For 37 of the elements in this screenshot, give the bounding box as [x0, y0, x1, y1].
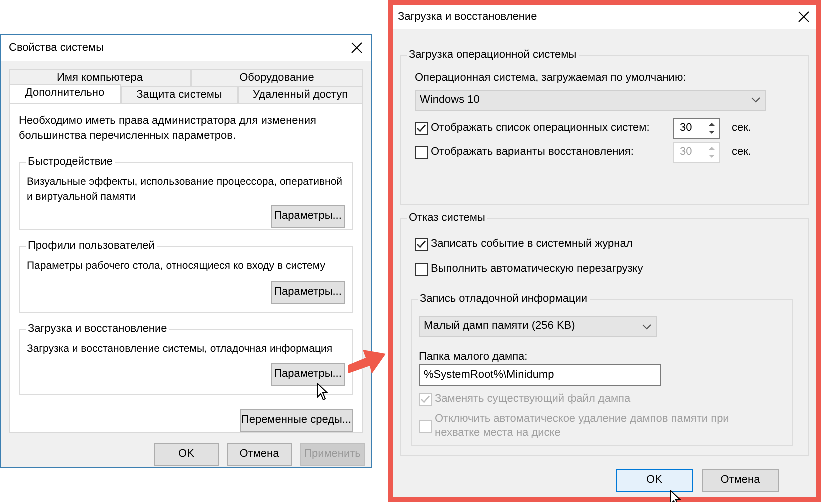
dialog-button[interactable]: Параметры...	[271, 363, 345, 386]
dialog-button[interactable]: Параметры...	[271, 205, 345, 228]
field-label: Операционная система, загружаемая по умолчанию:	[415, 71, 688, 86]
dialog-button[interactable]: Параметры...	[271, 280, 345, 304]
checkbox-label: Отключить автоматическое удаление дампов памяти при нехватке места на диске	[435, 412, 730, 440]
checkbox-label: Отображать список операционных систем:	[431, 121, 651, 136]
group-description: Визуальные эффекты, использование процессора, оперативной и виртуальной памяти	[27, 175, 344, 205]
dialog-button[interactable]: OK	[154, 443, 219, 466]
admin-notice: Необходимо иметь права администратора для изменения большинства перечисленных параметров.	[19, 114, 318, 144]
group-title: Загрузка операционной системы	[407, 47, 579, 64]
tab[interactable]: Оборудование	[191, 69, 363, 86]
dialog-button[interactable]: Отмена	[227, 443, 292, 466]
checkbox-label: Отображать варианты восстановления:	[431, 145, 635, 160]
dialog-button[interactable]: Отмена	[702, 469, 779, 492]
window-title: Свойства системы	[9, 40, 104, 56]
window-title: Загрузка и восстановление	[398, 10, 538, 25]
group-title: Запись отладочной информации	[418, 291, 590, 308]
number-spinner[interactable]: 30	[673, 118, 720, 139]
tab[interactable]: Имя компьютера	[9, 69, 191, 86]
group-title: Профили пользователей	[26, 238, 157, 254]
dump-type-dropdown[interactable]: Малый дамп памяти (256 KB)	[419, 316, 657, 337]
checkbox-label: Заменять существующий файл дампа	[435, 392, 632, 406]
tab[interactable]: Удаленный доступ	[238, 86, 363, 103]
dump-folder-field[interactable]: %SystemRoot%\Minidump	[419, 364, 661, 386]
unit-label: сек.	[732, 121, 752, 136]
field-label: Папка малого дампа:	[419, 350, 529, 364]
unit-label: сек.	[732, 145, 752, 160]
checkbox-label: Записать событие в системный журнал	[431, 236, 633, 252]
dialog-button[interactable]: Переменные среды...	[240, 409, 353, 432]
dialog-button[interactable]: OK	[616, 469, 693, 492]
group-description: Параметры рабочего стола, относящиеся ко входу в систему	[27, 259, 326, 274]
tab[interactable]: Дополнительно	[9, 84, 121, 103]
group-description: Загрузка и восстановление системы, отладочная информация	[27, 342, 334, 356]
os-dropdown[interactable]: Windows 10	[415, 90, 766, 110]
tab[interactable]: Защита системы	[121, 86, 238, 103]
group-title: Быстродействие	[26, 154, 115, 170]
checkbox-label: Выполнить автоматическую перезагрузку	[431, 262, 644, 277]
